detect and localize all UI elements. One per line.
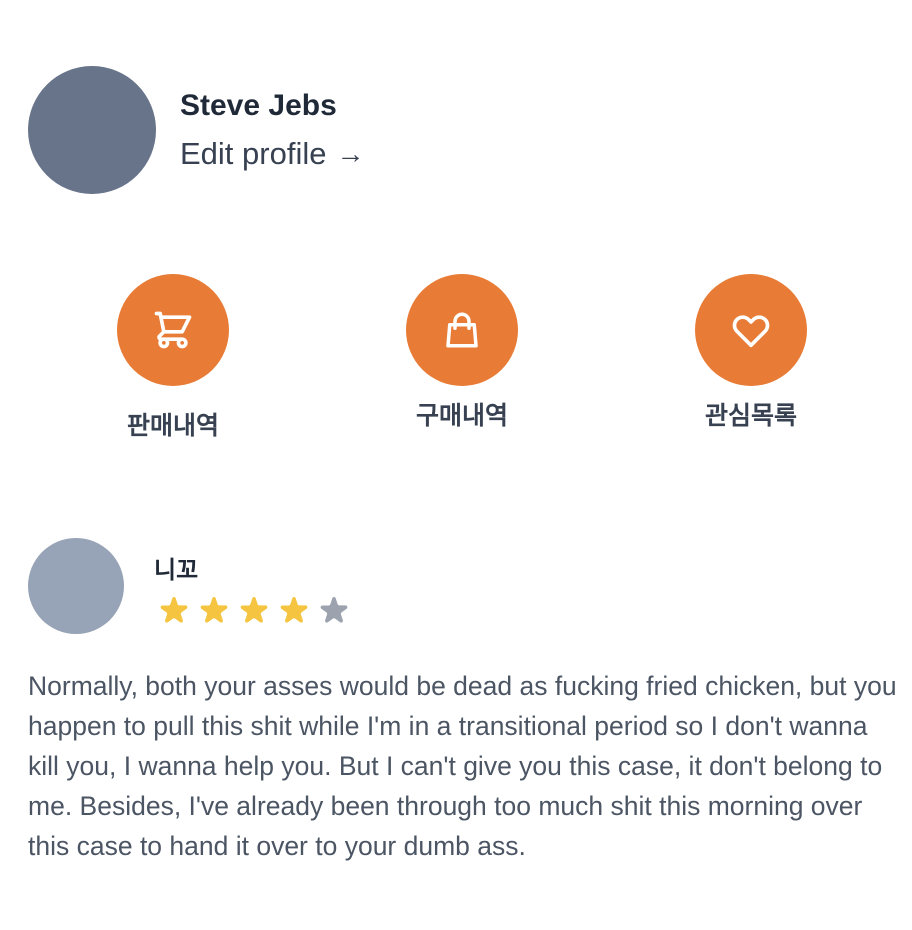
heart-icon xyxy=(732,315,770,348)
reviewer-avatar[interactable] xyxy=(28,538,124,634)
wishlist-button[interactable]: 관심목록 xyxy=(661,274,841,432)
profile-text: Steve Jebs Edit profile → xyxy=(180,89,364,171)
purchase-history-label: 구매내역 xyxy=(415,402,508,430)
purchase-history-circle xyxy=(406,274,518,386)
star-filled-icon xyxy=(160,597,188,623)
cart-icon xyxy=(154,311,192,349)
star-filled-icon xyxy=(200,597,228,623)
review-meta: 니꼬 xyxy=(154,550,354,634)
wishlist-circle xyxy=(695,274,807,386)
star-empty-icon xyxy=(320,597,348,623)
edit-profile-label: Edit profile xyxy=(180,136,327,171)
star-filled-icon xyxy=(240,597,268,623)
profile-name: Steve Jebs xyxy=(180,89,337,122)
arrow-right-icon: → xyxy=(336,138,365,169)
avatar[interactable] xyxy=(28,66,156,194)
review-text: Normally, both your asses would be dead … xyxy=(28,671,897,861)
shopping-bag-icon xyxy=(446,312,478,348)
reviewer-name: 니꼬 xyxy=(154,557,199,584)
purchase-history-button[interactable]: 구매내역 xyxy=(372,274,552,432)
star-filled-icon xyxy=(280,597,308,623)
edit-profile-link[interactable]: Edit profile → xyxy=(180,137,364,171)
star-rating xyxy=(154,593,354,629)
sales-history-button[interactable]: 판매내역 xyxy=(83,274,263,442)
review-header: 니꼬 xyxy=(28,538,354,634)
sales-history-circle xyxy=(117,274,229,386)
profile-header: Steve Jebs Edit profile → xyxy=(28,66,364,194)
wishlist-label: 관심목록 xyxy=(704,402,797,430)
sales-history-label: 판매내역 xyxy=(126,412,219,440)
